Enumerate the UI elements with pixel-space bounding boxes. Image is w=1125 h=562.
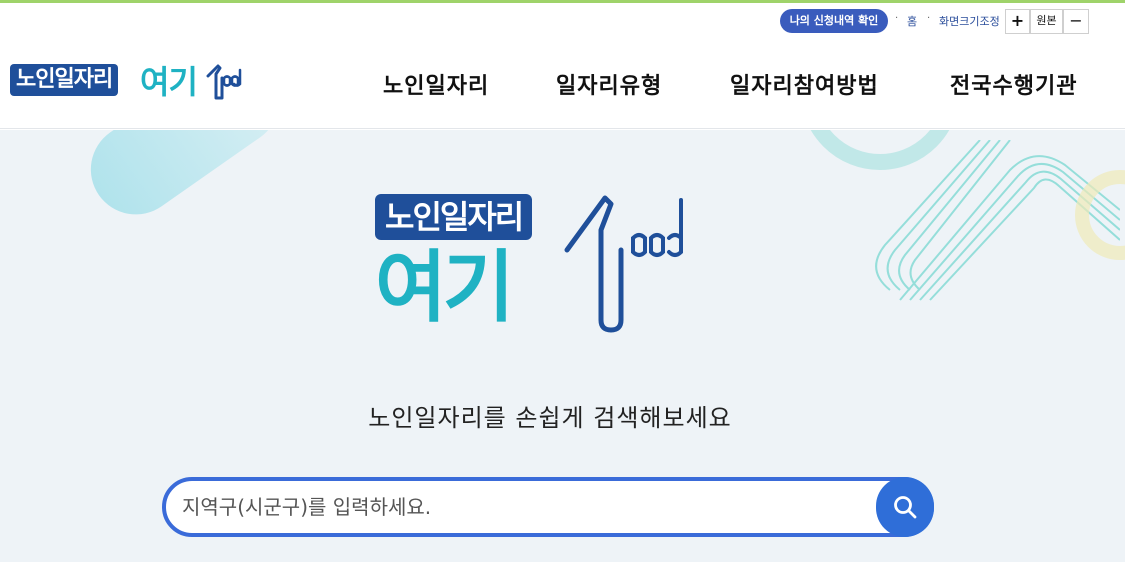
- hero-section: 노인일자리 여기 노인일자리를 손쉽게 검색해보세요: [0, 130, 1125, 562]
- hero-logo-part2: 여기: [375, 243, 515, 333]
- search-icon: [894, 496, 917, 519]
- site-header: 노인일자리 여기 노인일자리 일자리유형 일자리참여방법 전국수행기관: [0, 38, 1125, 129]
- region-search-input[interactable]: [162, 477, 934, 537]
- separator-dot: ·: [927, 13, 931, 24]
- search-bar: [162, 477, 934, 537]
- apply-history-button[interactable]: 나의 신청내역 확인: [780, 9, 888, 33]
- hero-tagline: 노인일자리를 손쉽게 검색해보세요: [368, 404, 732, 432]
- search-button[interactable]: [876, 477, 934, 537]
- zoom-in-button[interactable]: +: [1005, 9, 1030, 34]
- separator-dot: ·: [895, 13, 899, 24]
- pointing-hand-icon: [206, 64, 242, 100]
- decorative-capsule: [73, 130, 297, 233]
- zoom-reset-button[interactable]: 원본: [1030, 9, 1063, 34]
- nav-item-senior-jobs[interactable]: 노인일자리: [383, 68, 489, 100]
- logo-part1: 노인일자리: [10, 64, 119, 96]
- nav-item-how-to-join[interactable]: 일자리참여방법: [730, 68, 879, 100]
- zoom-label: 화면크기조정: [939, 15, 1000, 28]
- utility-bar: 나의 신청내역 확인 · 홈 · 화면크기조정 + 원본 −: [0, 3, 1125, 38]
- nav-item-job-types[interactable]: 일자리유형: [556, 68, 662, 100]
- nav-item-agencies[interactable]: 전국수행기관: [950, 68, 1077, 100]
- logo-part2: 여기: [140, 63, 198, 101]
- pointing-hand-icon: [564, 195, 683, 333]
- hero-logo: 노인일자리 여기: [375, 190, 725, 340]
- home-link[interactable]: 홈: [907, 13, 917, 29]
- site-logo[interactable]: 노인일자리 여기: [10, 60, 250, 110]
- zoom-out-button[interactable]: −: [1063, 9, 1089, 34]
- hero-logo-part1: 노인일자리: [375, 194, 533, 240]
